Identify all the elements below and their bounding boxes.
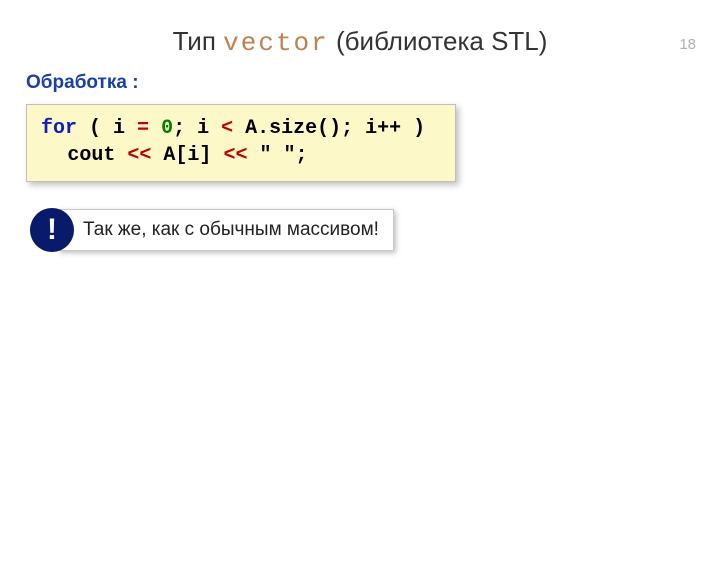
code-block: for ( i = 0; i < A.size(); i++ ) cout <<…: [26, 104, 456, 182]
note-row: ! Так же, как с обычным массивом!: [30, 208, 720, 252]
code-text: [149, 117, 161, 140]
exclamation-icon: !: [30, 208, 74, 252]
code-text: cout: [67, 144, 127, 167]
code-line-1: for ( i = 0; i < A.size(); i++ ): [41, 115, 441, 142]
keyword-for: for: [41, 117, 77, 140]
code-line-2: cout << A[i] << " ";: [41, 142, 441, 169]
code-text: ( i: [77, 117, 137, 140]
code-op: <<: [223, 144, 247, 167]
code-text: A[i]: [151, 144, 223, 167]
code-zero: 0: [161, 117, 173, 140]
code-eq: =: [137, 117, 149, 140]
code-text: A.size(); i++ ): [233, 117, 425, 140]
section-label: Обработка :: [26, 72, 720, 94]
title-mono: vector: [223, 28, 329, 58]
page-number: 18: [679, 36, 696, 53]
code-text: ; i: [173, 117, 221, 140]
code-lt: <: [221, 117, 233, 140]
code-op: <<: [127, 144, 151, 167]
code-text: " ";: [247, 144, 307, 167]
title-pre: Тип: [173, 26, 224, 56]
slide-title: Тип vector (библиотека STL): [0, 26, 720, 58]
note-box: Так же, как с обычным массивом!: [58, 209, 394, 251]
title-post: (библиотека STL): [329, 26, 548, 56]
